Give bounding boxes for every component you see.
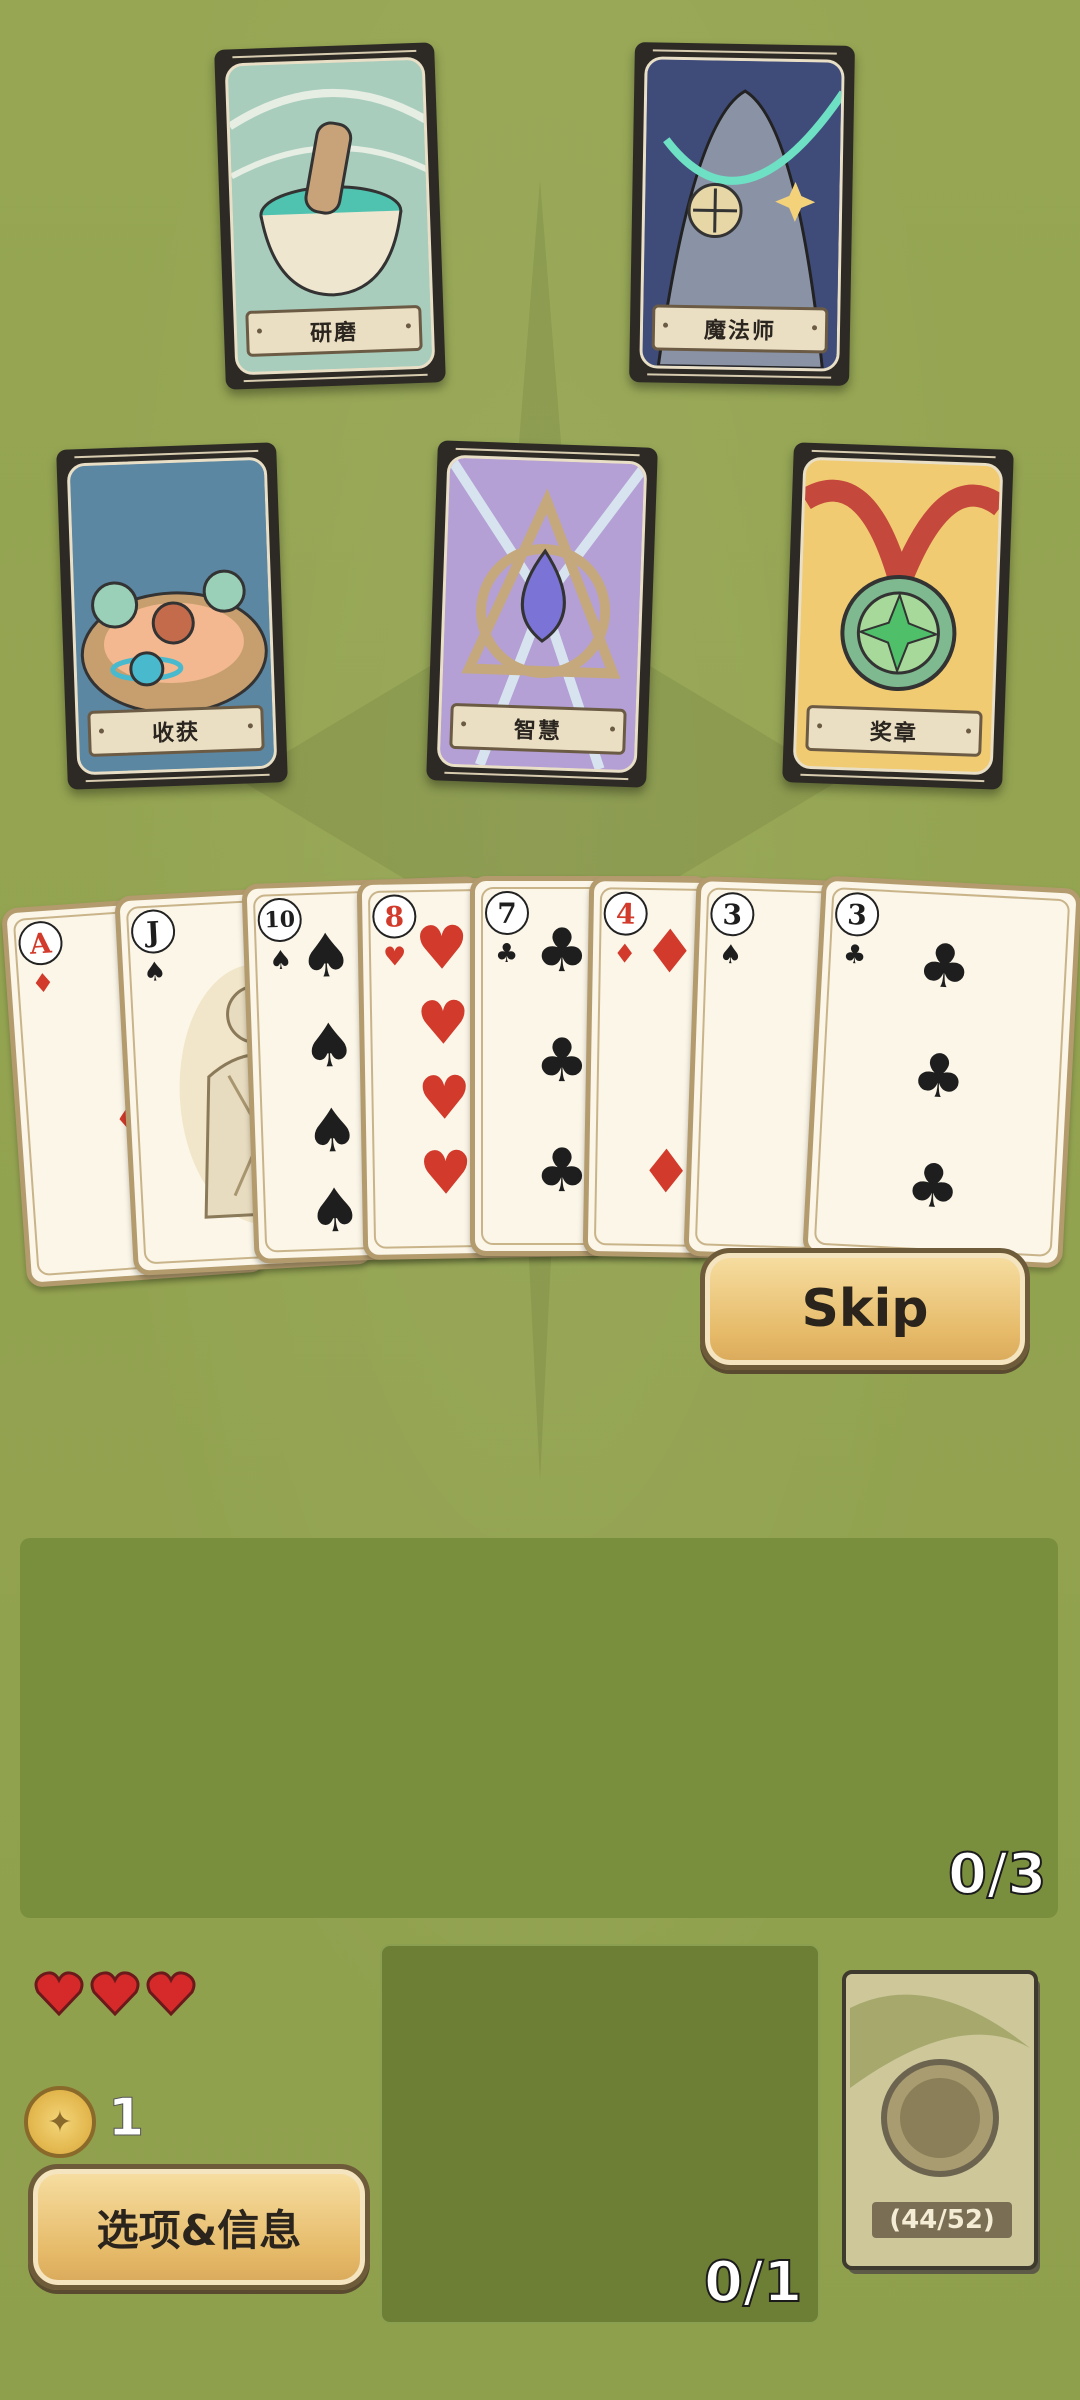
heart-pip-icon: ♥ — [416, 1063, 472, 1135]
club-icon: ♣ — [915, 930, 974, 1004]
options-info-button[interactable]: 选项&信息 — [28, 2164, 370, 2290]
card-suit-icon: ♥ — [382, 942, 407, 973]
club-icon: ♣ — [535, 1136, 589, 1206]
heart-pip-icon: ♥ — [414, 913, 470, 985]
card-suit-icon: ♦ — [30, 968, 56, 1000]
skip-button-label: Skip — [801, 1279, 929, 1339]
spade-icon: ♠ — [297, 920, 355, 993]
tarot-card-label: 奖章 — [805, 704, 983, 757]
club-icon: ♣ — [535, 1026, 589, 1096]
club-icon: ♣ — [535, 916, 589, 986]
card-suit-icon: ♠ — [718, 939, 743, 971]
club-icon: ♣ — [904, 1150, 962, 1224]
card-suit-icon: ♠ — [142, 956, 168, 989]
heart-icon — [90, 1971, 140, 2016]
card-border-deco — [800, 773, 985, 783]
tarot-card-medal[interactable]: 奖章 — [782, 442, 1014, 790]
tarot-card-label: 智慧 — [449, 702, 627, 755]
card-suit-icon: ♣ — [495, 939, 519, 969]
play-area[interactable] — [20, 1538, 1058, 1918]
card-suit-icon: ♠ — [268, 945, 293, 977]
spade-icon: ♠ — [306, 1175, 363, 1248]
heart-pip-icon: ♥ — [418, 1138, 474, 1210]
spade-icon: ♠ — [300, 1010, 358, 1083]
card-border-deco — [647, 373, 832, 379]
card-border-deco — [243, 373, 428, 383]
playing-card[interactable]: 3 ♣ ♣ ♣ ♣ — [802, 875, 1080, 1269]
card-rank: 7 — [485, 891, 529, 935]
tarot-card-grind[interactable]: 研磨 — [214, 42, 446, 390]
deck-count: (44/52) — [872, 2202, 1012, 2238]
diamond-icon: ♦ — [642, 916, 698, 988]
card-suit-icon: ♦ — [612, 939, 637, 970]
spade-icon: ♠ — [303, 1095, 361, 1168]
coin-icon: ✦ — [24, 2086, 96, 2158]
card-border-deco — [652, 49, 837, 55]
tarot-card-wisdom[interactable]: 智慧 — [426, 440, 658, 788]
draw-deck[interactable]: (44/52) — [840, 1968, 1045, 2278]
tarot-card-magician[interactable]: 魔法师 — [629, 42, 855, 386]
heart-icon — [146, 1971, 196, 2016]
heart-pip-icon: ♥ — [415, 988, 471, 1060]
discard-area-counter: 0/1 — [703, 2249, 803, 2316]
card-border-deco — [85, 773, 270, 783]
club-icon: ♣ — [909, 1040, 968, 1114]
options-info-label: 选项&信息 — [96, 2205, 302, 2255]
heart-icon — [34, 1971, 84, 2016]
tarot-card-label: 研磨 — [245, 304, 423, 357]
skip-button[interactable]: Skip — [700, 1248, 1030, 1370]
tarot-card-label: 魔法师 — [651, 304, 829, 354]
card-suit-icon: ♣ — [842, 939, 868, 971]
card-border-deco — [444, 771, 629, 781]
tarot-card-label: 收获 — [87, 704, 265, 757]
coin-count: 1 — [107, 2088, 145, 2149]
play-area-counter: 0/3 — [947, 1841, 1047, 1908]
tarot-card-harvest[interactable]: 收获 — [56, 442, 288, 790]
